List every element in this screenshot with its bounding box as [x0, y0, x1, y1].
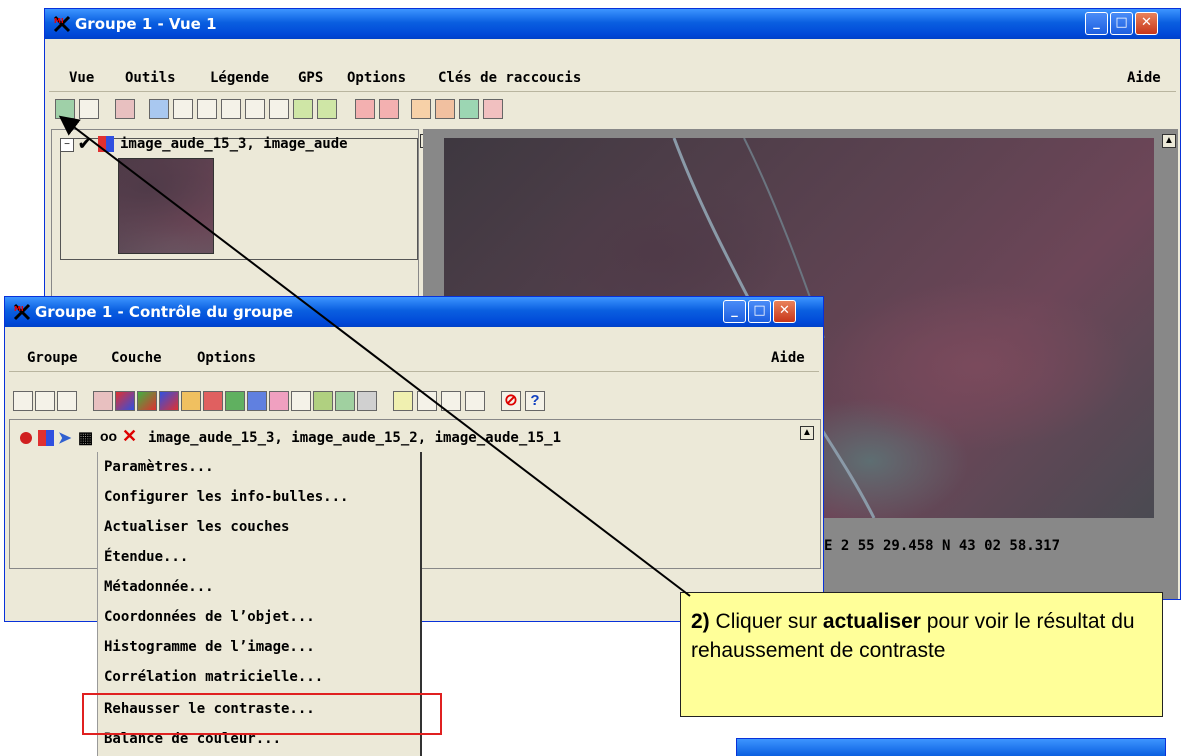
pointer-arrow — [58, 115, 691, 597]
